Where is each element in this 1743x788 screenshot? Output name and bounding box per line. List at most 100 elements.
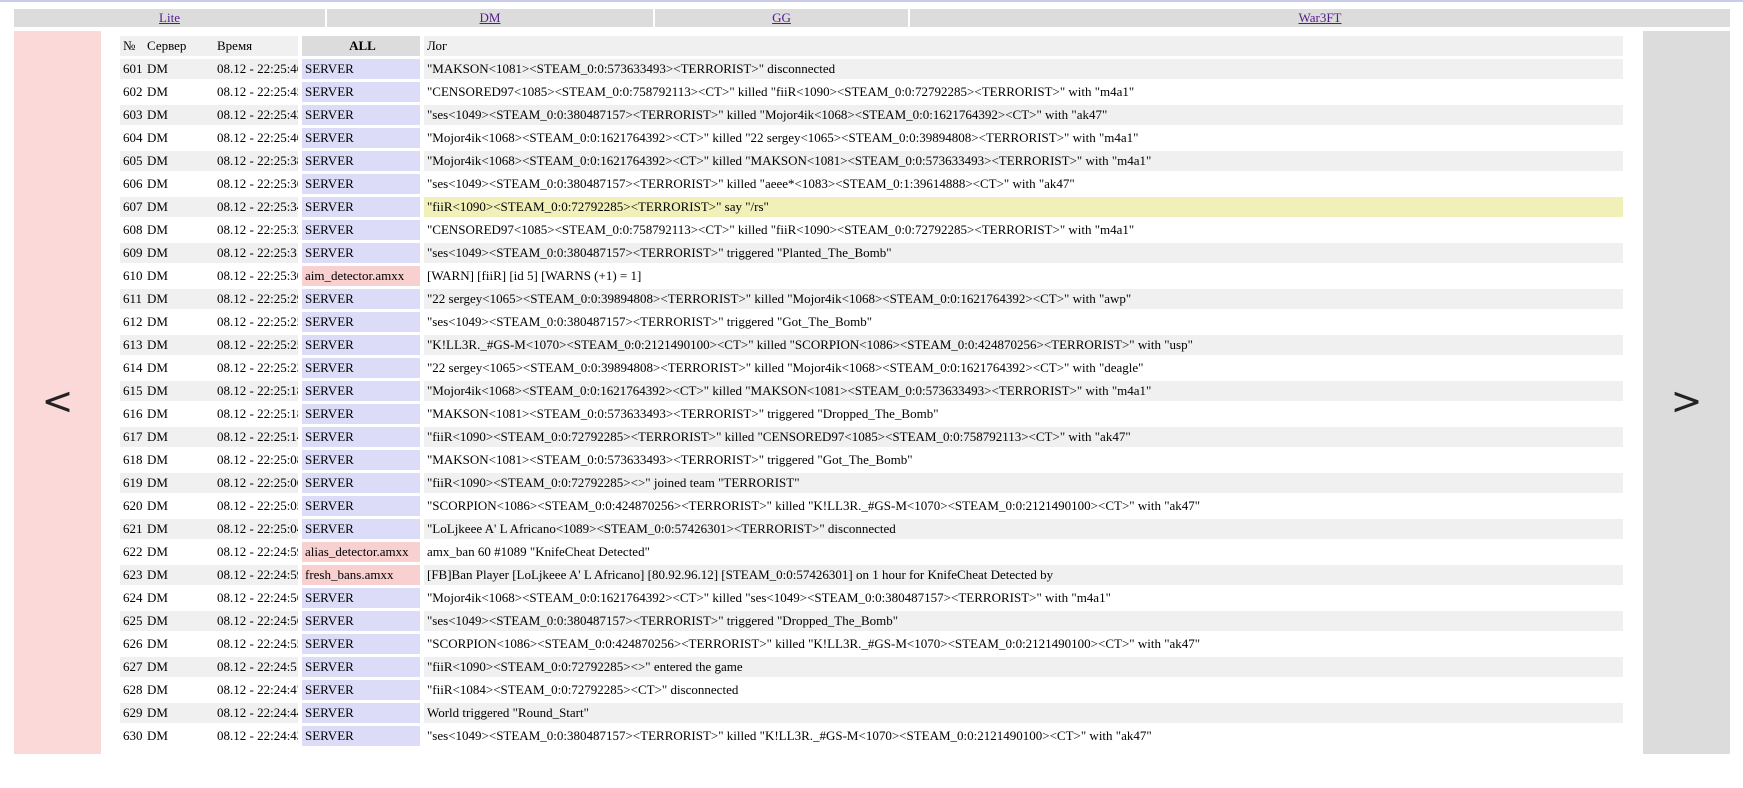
- row-server: DM: [144, 680, 214, 700]
- table-row: 623 DM 08.12 - 22:24:59 fresh_bans.amxx [FB]…: [120, 565, 1623, 585]
- table-row: 601 DM 08.12 - 22:25:46 SERVER "MAKSON<1081>…: [120, 59, 1623, 79]
- chevron-left-icon: <: [41, 379, 74, 423]
- row-number: 602: [120, 82, 144, 102]
- row-source: SERVER: [298, 680, 420, 700]
- table-row: 621 DM 08.12 - 22:25:04 SERVER "LoLjkeee A' …: [120, 519, 1623, 539]
- row-message: "22 sergey<1065><STEAM_0:0:39894808><TER…: [420, 358, 1623, 378]
- source-filter-all[interactable]: ALL: [298, 36, 420, 56]
- row-number: 618: [120, 450, 144, 470]
- row-time: 08.12 - 22:25:14: [214, 427, 298, 447]
- row-message: "fiiR<1090><STEAM_0:0:72792285><TERRORIS…: [420, 427, 1623, 447]
- row-number: 603: [120, 105, 144, 125]
- row-message: "LoLjkeee A' L Africano<1089><STEAM_0:0:…: [420, 519, 1623, 539]
- table-row: 629 DM 08.12 - 22:24:44 SERVER World trigger…: [120, 703, 1623, 723]
- table-row: 603 DM 08.12 - 22:25:43 SERVER "ses<1049><ST…: [120, 105, 1623, 125]
- row-number: 613: [120, 335, 144, 355]
- table-row: 602 DM 08.12 - 22:25:45 SERVER "CENSORED97<1…: [120, 82, 1623, 102]
- row-time: 08.12 - 22:25:25: [214, 335, 298, 355]
- row-message: [WARN] [fiiR] [id 5] [WARNS (+1) = 1]: [420, 266, 1623, 286]
- row-source: SERVER: [298, 703, 420, 723]
- row-server: DM: [144, 404, 214, 424]
- row-time: 08.12 - 22:25:29: [214, 289, 298, 309]
- row-time: 08.12 - 22:25:30: [214, 266, 298, 286]
- row-server: DM: [144, 473, 214, 493]
- row-source: SERVER: [298, 381, 420, 401]
- row-server: DM: [144, 105, 214, 125]
- row-message: "SCORPION<1086><STEAM_0:0:424870256><TER…: [420, 634, 1623, 654]
- row-server: DM: [144, 588, 214, 608]
- tab-gg[interactable]: GG: [655, 9, 908, 27]
- row-message: "Mojor4ik<1068><STEAM_0:0:1621764392><CT…: [420, 588, 1623, 608]
- tab-dm[interactable]: DM: [327, 9, 653, 27]
- row-time: 08.12 - 22:25:36: [214, 174, 298, 194]
- table-row: 619 DM 08.12 - 22:25:06 SERVER "fiiR<1090><S…: [120, 473, 1623, 493]
- row-message: "ses<1049><STEAM_0:0:380487157><TERRORIS…: [420, 174, 1623, 194]
- table-row: 625 DM 08.12 - 22:24:56 SERVER "ses<1049><ST…: [120, 611, 1623, 631]
- row-number: 605: [120, 151, 144, 171]
- row-number: 610: [120, 266, 144, 286]
- row-source: SERVER: [298, 404, 420, 424]
- row-time: 08.12 - 22:25:40: [214, 128, 298, 148]
- row-server: DM: [144, 611, 214, 631]
- row-time: 08.12 - 22:25:23: [214, 358, 298, 378]
- row-message: "22 sergey<1065><STEAM_0:0:39894808><TER…: [420, 289, 1623, 309]
- row-time: 08.12 - 22:25:32: [214, 220, 298, 240]
- row-number: 623: [120, 565, 144, 585]
- row-time: 08.12 - 22:24:51: [214, 657, 298, 677]
- server-tabs: Lite DM GG War3FT: [14, 9, 1730, 27]
- row-source: alias_detector.amxx: [298, 542, 420, 562]
- tab-war3ft[interactable]: War3FT: [910, 9, 1730, 27]
- row-time: 08.12 - 22:24:55: [214, 634, 298, 654]
- log-table: № Сервер Время ALL Лог 601 DM 08.12 - 22:2…: [120, 33, 1623, 749]
- row-source: SERVER: [298, 243, 420, 263]
- row-number: 624: [120, 588, 144, 608]
- row-number: 604: [120, 128, 144, 148]
- row-message: "K!LL3R._#GS-M<1070><STEAM_0:0:212149010…: [420, 335, 1623, 355]
- row-server: DM: [144, 335, 214, 355]
- table-row: 628 DM 08.12 - 22:24:47 SERVER "fiiR<1084><S…: [120, 680, 1623, 700]
- row-time: 08.12 - 22:25:46: [214, 59, 298, 79]
- row-server: DM: [144, 726, 214, 746]
- row-server: DM: [144, 381, 214, 401]
- row-message: World triggered "Round_Start": [420, 703, 1623, 723]
- row-time: 08.12 - 22:24:47: [214, 680, 298, 700]
- row-time: 08.12 - 22:25:43: [214, 105, 298, 125]
- row-time: 08.12 - 22:25:18: [214, 404, 298, 424]
- row-server: DM: [144, 519, 214, 539]
- tab-lite[interactable]: Lite: [14, 9, 325, 27]
- row-message: "CENSORED97<1085><STEAM_0:0:758792113><C…: [420, 220, 1623, 240]
- row-number: 621: [120, 519, 144, 539]
- row-number: 625: [120, 611, 144, 631]
- row-source: SERVER: [298, 151, 420, 171]
- row-server: DM: [144, 82, 214, 102]
- row-number: 614: [120, 358, 144, 378]
- col-server-header: Сервер: [144, 36, 214, 56]
- table-row: 624 DM 08.12 - 22:24:56 SERVER "Mojor4ik<106…: [120, 588, 1623, 608]
- row-message: "ses<1049><STEAM_0:0:380487157><TERRORIS…: [420, 726, 1623, 746]
- row-number: 629: [120, 703, 144, 723]
- next-page-button[interactable]: >: [1643, 31, 1730, 754]
- row-source: SERVER: [298, 197, 420, 217]
- row-time: 08.12 - 22:24:56: [214, 611, 298, 631]
- row-source: SERVER: [298, 358, 420, 378]
- row-source: SERVER: [298, 473, 420, 493]
- row-source: SERVER: [298, 450, 420, 470]
- row-source: SERVER: [298, 335, 420, 355]
- row-number: 615: [120, 381, 144, 401]
- col-log-header: Лог: [420, 36, 1623, 56]
- row-source: SERVER: [298, 427, 420, 447]
- table-row: 610 DM 08.12 - 22:25:30 aim_detector.amxx [W…: [120, 266, 1623, 286]
- row-number: 611: [120, 289, 144, 309]
- row-number: 607: [120, 197, 144, 217]
- prev-page-button[interactable]: <: [14, 31, 101, 754]
- table-row: 605 DM 08.12 - 22:25:38 SERVER "Mojor4ik<106…: [120, 151, 1623, 171]
- row-source: SERVER: [298, 634, 420, 654]
- col-time-header: Время: [214, 36, 298, 56]
- table-row: 608 DM 08.12 - 22:25:32 SERVER "CENSORED97<1…: [120, 220, 1623, 240]
- log-rows: 601 DM 08.12 - 22:25:46 SERVER "MAKSON<1081>…: [120, 59, 1623, 746]
- row-server: DM: [144, 59, 214, 79]
- chevron-right-icon: >: [1670, 379, 1703, 423]
- row-number: 609: [120, 243, 144, 263]
- row-number: 601: [120, 59, 144, 79]
- row-message: "MAKSON<1081><STEAM_0:0:573633493><TERRO…: [420, 450, 1623, 470]
